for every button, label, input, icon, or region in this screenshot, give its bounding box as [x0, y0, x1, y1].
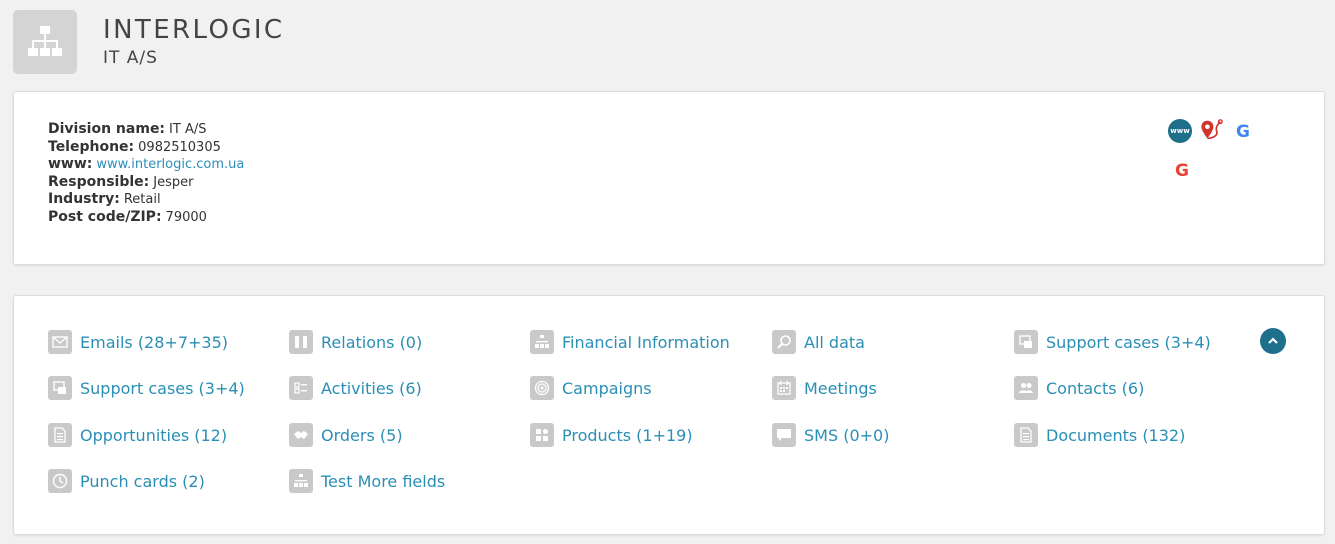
relations-label: Relations (0): [321, 332, 423, 352]
products-label: Products (1+19): [562, 425, 693, 445]
document-icon: [48, 423, 72, 447]
support-cases-link[interactable]: Support cases (3+4): [48, 375, 245, 401]
documents-label: Documents (132): [1046, 425, 1186, 445]
all-data-label: All data: [804, 332, 865, 352]
orders-link[interactable]: Orders (5): [289, 422, 403, 448]
checklist-icon: [289, 376, 313, 400]
campaigns-link[interactable]: Campaigns: [530, 375, 652, 401]
google-letter: G: [1236, 122, 1250, 142]
meetings-link[interactable]: Meetings: [772, 375, 877, 401]
orders-label: Orders (5): [321, 425, 403, 445]
emails-label: Emails (28+7+35): [80, 332, 229, 352]
company-details: Division name: IT A/S Telephone: 098251030…: [48, 121, 244, 226]
org-chart-icon: [289, 469, 313, 493]
company-subtitle: IT A/S: [103, 48, 158, 68]
test-more-fields-link[interactable]: Test More fields: [289, 468, 445, 494]
industry-label: Industry:: [48, 191, 120, 207]
postcode-label: Post code/ZIP:: [48, 208, 162, 225]
industry-row: Industry: Retail: [48, 191, 244, 209]
division-row: Division name: IT A/S: [48, 121, 244, 139]
www-row: www: www.interlogic.com.ua: [48, 156, 244, 174]
financial-information-link[interactable]: Financial Information: [530, 329, 730, 355]
document-icon: [1014, 423, 1038, 447]
meetings-label: Meetings: [804, 378, 877, 398]
relations-icon: [289, 330, 313, 354]
activities-link[interactable]: Activities (6): [289, 375, 422, 401]
support-case-icon: [1014, 330, 1038, 354]
google-maps-icon[interactable]: G: [1170, 159, 1194, 183]
support-cases-link-top[interactable]: Support cases (3+4): [1014, 329, 1211, 355]
google-letter: G: [1175, 161, 1189, 181]
documents-link[interactable]: Documents (132): [1014, 422, 1185, 448]
telephone-row: Telephone: 0982510305: [48, 139, 244, 157]
relations-link[interactable]: Relations (0): [289, 329, 422, 355]
people-icon: [1014, 376, 1038, 400]
sms-label: SMS (0+0): [804, 425, 890, 445]
opportunities-label: Opportunities (12): [80, 425, 228, 445]
target-icon: [530, 376, 554, 400]
responsible-value: Jesper: [153, 174, 194, 190]
google-search-icon[interactable]: G: [1231, 120, 1255, 144]
punch-cards-label: Punch cards (2): [80, 471, 205, 491]
website-link[interactable]: www.interlogic.com.ua: [96, 157, 244, 172]
campaigns-label: Campaigns: [562, 378, 652, 398]
responsible-label: Responsible:: [48, 173, 150, 190]
division-label: Division name:: [48, 121, 166, 137]
related-links-card: Emails (28+7+35) Relations (0) Financial…: [13, 295, 1325, 535]
company-info-card: Division name: IT A/S Telephone: 098251030…: [13, 91, 1325, 265]
postcode-value: 79000: [165, 209, 207, 225]
test-more-fields-label: Test More fields: [321, 471, 446, 491]
org-chart-icon: [13, 10, 77, 74]
contacts-label: Contacts (6): [1046, 378, 1145, 398]
support-case-icon: [48, 376, 72, 400]
telephone-value: 0982510305: [138, 139, 221, 155]
industry-value: Retail: [123, 192, 161, 207]
clock-icon: [48, 469, 72, 493]
postcode-row: Post code/ZIP: 79000: [48, 209, 244, 227]
company-name: INTERLOGIC: [103, 15, 285, 45]
products-grid-icon: [530, 423, 554, 447]
calendar-icon: [772, 376, 796, 400]
support-cases-label-top: Support cases (3+4): [1046, 332, 1211, 352]
sms-link[interactable]: SMS (0+0): [772, 422, 889, 448]
emails-link[interactable]: Emails (28+7+35): [48, 329, 228, 355]
telephone-label: Telephone:: [48, 138, 135, 155]
map-route-icon[interactable]: [1200, 118, 1224, 142]
activities-label: Activities (6): [321, 378, 422, 398]
punch-cards-link[interactable]: Punch cards (2): [48, 468, 205, 494]
sms-bubble-icon: [772, 423, 796, 447]
www-label: www:: [48, 156, 93, 172]
support-cases-label: Support cases (3+4): [80, 378, 245, 398]
contacts-link[interactable]: Contacts (6): [1014, 375, 1144, 401]
handshake-icon: [289, 423, 313, 447]
financial-information-label: Financial Information: [562, 332, 730, 352]
org-chart-icon: [530, 330, 554, 354]
responsible-row: Responsible: Jesper: [48, 174, 244, 192]
division-value: IT A/S: [169, 122, 207, 137]
www-globe-icon[interactable]: www: [1168, 119, 1192, 143]
collapse-chevron-up-icon[interactable]: [1260, 328, 1286, 354]
magnifier-icon: [772, 330, 796, 354]
all-data-link[interactable]: All data: [772, 329, 865, 355]
envelope-icon: [48, 330, 72, 354]
products-link[interactable]: Products (1+19): [530, 422, 693, 448]
opportunities-link[interactable]: Opportunities (12): [48, 422, 227, 448]
